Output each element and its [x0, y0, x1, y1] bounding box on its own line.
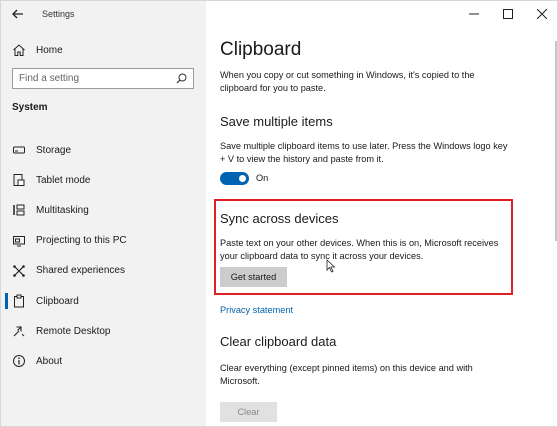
toggle-state-label: On: [256, 173, 269, 183]
clear-heading: Clear clipboard data: [220, 334, 337, 349]
home-icon: [13, 44, 25, 56]
sync-description: Paste text on your other devices. When t…: [220, 238, 499, 261]
save-multiple-heading: Save multiple items: [220, 114, 333, 129]
remote-desktop-icon: [12, 324, 26, 338]
search-box[interactable]: [12, 68, 194, 89]
sidebar-item-multitasking[interactable]: Multitasking: [1, 195, 206, 225]
shared-experiences-icon: [12, 264, 26, 278]
sidebar-item-label: Shared experiences: [36, 265, 125, 277]
section-label-system: System: [12, 102, 48, 113]
close-icon: [537, 9, 547, 19]
sidebar-item-label: Tablet mode: [36, 174, 91, 186]
page-title: Clipboard: [220, 39, 302, 60]
settings-window: Settings Home System Storage: [0, 0, 558, 427]
sidebar-item-clipboard[interactable]: Clipboard: [1, 286, 206, 316]
clipboard-icon: [12, 294, 26, 308]
privacy-statement-link[interactable]: Privacy statement: [220, 305, 293, 315]
clear-description: Clear everything (except pinned items) o…: [220, 363, 473, 386]
sidebar-item-tablet-mode[interactable]: Tablet mode: [1, 165, 206, 195]
intro-text: When you copy or cut something in Window…: [220, 70, 475, 93]
multitasking-icon: [12, 203, 26, 217]
sidebar: Settings Home System Storage: [1, 1, 206, 426]
sidebar-item-label: Clipboard: [36, 295, 79, 307]
projecting-icon: [12, 234, 26, 248]
mouse-cursor-icon: [326, 259, 336, 273]
search-icon[interactable]: [176, 73, 187, 84]
save-multiple-description: Save multiple clipboard items to use lat…: [220, 141, 508, 164]
sidebar-item-label: Storage: [36, 144, 72, 156]
save-multiple-toggle[interactable]: [220, 172, 249, 185]
minimize-icon: [469, 13, 479, 15]
maximize-icon: [503, 9, 513, 19]
storage-icon: [12, 143, 26, 157]
get-started-button[interactable]: Get started: [220, 267, 287, 287]
scrollbar[interactable]: [555, 41, 557, 241]
sidebar-item-home[interactable]: Home: [9, 39, 199, 61]
sidebar-item-projecting[interactable]: Projecting to this PC: [1, 226, 206, 256]
title-bar: Settings: [1, 1, 206, 29]
close-button[interactable]: [525, 1, 557, 27]
minimize-button[interactable]: [457, 1, 491, 27]
sidebar-item-shared-experiences[interactable]: Shared experiences: [1, 256, 206, 286]
about-icon: [12, 354, 26, 368]
sidebar-item-label: About: [36, 355, 63, 367]
clear-button[interactable]: Clear: [220, 402, 277, 422]
tablet-mode-icon: [12, 173, 26, 187]
sync-heading: Sync across devices: [220, 211, 339, 226]
sidebar-item-label: Multitasking: [36, 204, 89, 216]
content-pane: Clipboard When you copy or cut something…: [206, 1, 557, 426]
back-arrow-icon[interactable]: [10, 6, 26, 22]
maximize-button[interactable]: [491, 1, 525, 27]
window-title: Settings: [42, 9, 75, 19]
sidebar-item-remote-desktop[interactable]: Remote Desktop: [1, 316, 206, 346]
search-input[interactable]: [13, 69, 171, 88]
sidebar-item-label: Projecting to this PC: [36, 235, 127, 247]
sidebar-nav: Storage Tablet mode Multitasking Project…: [1, 135, 206, 377]
window-controls: [457, 1, 557, 27]
sidebar-item-label: Remote Desktop: [36, 325, 111, 337]
sidebar-item-label: Home: [36, 44, 63, 56]
sidebar-item-storage[interactable]: Storage: [1, 135, 206, 165]
sidebar-item-about[interactable]: About: [1, 346, 206, 376]
